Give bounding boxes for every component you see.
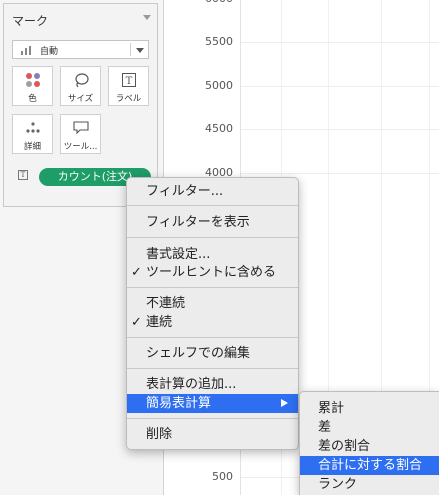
menu-item-label: フィルター... [146,184,224,199]
submenu-item-difference[interactable]: 差 [300,418,439,437]
menu-item-remove[interactable]: 削除 [127,425,298,444]
submenu-item-running-total[interactable]: 累計 [300,399,439,418]
menu-separator [127,418,298,419]
menu-item-label: 累計 [318,401,345,416]
menu-item-include-in-tooltip[interactable]: ✓ ツールヒントに含める [127,263,298,282]
menu-item-label: 差 [318,420,332,435]
color-button-label: 色 [28,94,37,104]
menu-item-label: シェルフでの編集 [146,346,251,361]
size-lasso-icon [74,73,89,88]
axis-tick-label: 5000 [205,79,233,92]
size-button-label: サイズ [67,94,94,104]
menu-item-continuous[interactable]: ✓ 連続 [127,313,298,332]
menu-separator [127,205,298,206]
color-dots-icon [25,73,40,87]
axis-tick-label: 4500 [205,122,233,135]
detail-button-label: 詳細 [23,142,41,152]
gridline [241,86,439,87]
mark-type-dropdown[interactable]: 自動 [12,40,149,59]
tooltip-speech-icon [72,121,89,135]
size-button[interactable]: サイズ [60,66,101,106]
menu-item-quick-table-calc[interactable]: 簡易表計算 [127,394,298,413]
menu-item-show-filter[interactable]: フィルターを表示 [127,213,298,232]
menu-item-label: 簡易表計算 [146,396,212,411]
menu-item-edit-in-shelf[interactable]: シェルフでの編集 [127,344,298,363]
menu-separator [127,368,298,369]
pill-context-menu: フィルター... フィルターを表示 書式設定... ✓ ツールヒントに含める 不… [126,177,299,450]
quick-table-calc-submenu: 累計 差 差の割合 合計に対する割合 ランク [299,391,439,495]
chevron-down-icon [136,48,144,53]
gridline [241,173,439,174]
checkmark-icon: ✓ [131,315,142,330]
bar-chart-icon [21,46,31,55]
submenu-item-percent-difference[interactable]: 差の割合 [300,437,439,456]
menu-item-label: 差の割合 [318,439,371,454]
label-text-icon: T [121,73,136,87]
menu-item-label: フィルターを表示 [146,215,250,230]
menu-item-label: 削除 [146,427,173,442]
marks-card-title: マーク [12,14,49,28]
menu-item-label: ランク [318,477,358,492]
dropdown-divider [130,43,131,56]
menu-separator [127,337,298,338]
gridline [241,42,439,43]
detail-dots-icon [25,122,40,133]
menu-item-filter[interactable]: フィルター... [127,182,298,201]
label-button[interactable]: T ラベル [108,66,149,106]
submenu-arrow-icon [281,399,288,407]
checkmark-icon: ✓ [131,265,142,280]
menu-item-label: 不連続 [146,296,186,311]
menu-item-label: 書式設定... [146,247,211,262]
mark-type-value: 自動 [40,47,59,57]
label-button-label: ラベル [115,94,142,104]
axis-tick-label: 500 [212,470,233,483]
tooltip-button[interactable]: ツール... [60,114,101,154]
axis-tick-label: 5500 [205,35,233,48]
marks-card-collapse-icon[interactable] [143,15,151,20]
text-T-icon: T [18,170,28,180]
menu-item-label: ツールヒントに含める [146,265,277,280]
submenu-item-rank[interactable]: ランク [300,475,439,494]
menu-item-label: 表計算の追加... [146,377,237,392]
menu-item-discrete[interactable]: 不連続 [127,294,298,313]
menu-item-format[interactable]: 書式設定... [127,245,298,264]
tooltip-button-label: ツール... [63,142,98,152]
menu-item-label: 合計に対する割合 [318,458,423,473]
detail-button[interactable]: 詳細 [12,114,53,154]
axis-tick-label: 6000 [163,0,233,5]
menu-item-add-table-calc[interactable]: 表計算の追加... [127,375,298,394]
menu-separator [127,237,298,238]
menu-separator [127,287,298,288]
color-button[interactable]: 色 [12,66,53,106]
menu-item-label: 連続 [146,315,173,330]
submenu-item-percent-of-total[interactable]: 合計に対する割合 [300,456,439,475]
gridline [241,129,439,130]
svg-text:T: T [125,76,132,87]
